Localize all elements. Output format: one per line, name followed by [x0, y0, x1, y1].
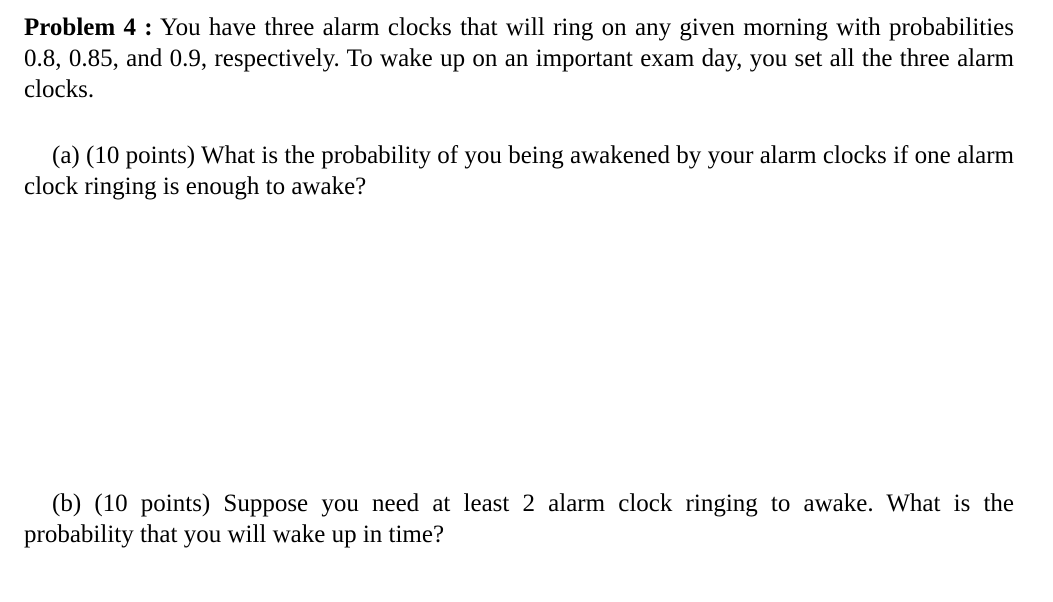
- part-b-label: (b) (10 points): [52, 490, 211, 517]
- document-page: Problem 4 : You have three alarm clocks …: [0, 0, 1053, 602]
- problem-statement: Problem 4 : You have three alarm clocks …: [24, 12, 1014, 105]
- problem-heading: Problem 4 :: [24, 14, 153, 41]
- part-a: (a) (10 points) What is the probability …: [24, 140, 1014, 202]
- problem-text: You have three alarm clocks that will ri…: [24, 14, 1014, 103]
- part-b: (b) (10 points) Suppose you need at leas…: [24, 488, 1014, 550]
- answer-space-a: [24, 210, 1014, 480]
- part-a-label: (a) (10 points): [52, 142, 196, 169]
